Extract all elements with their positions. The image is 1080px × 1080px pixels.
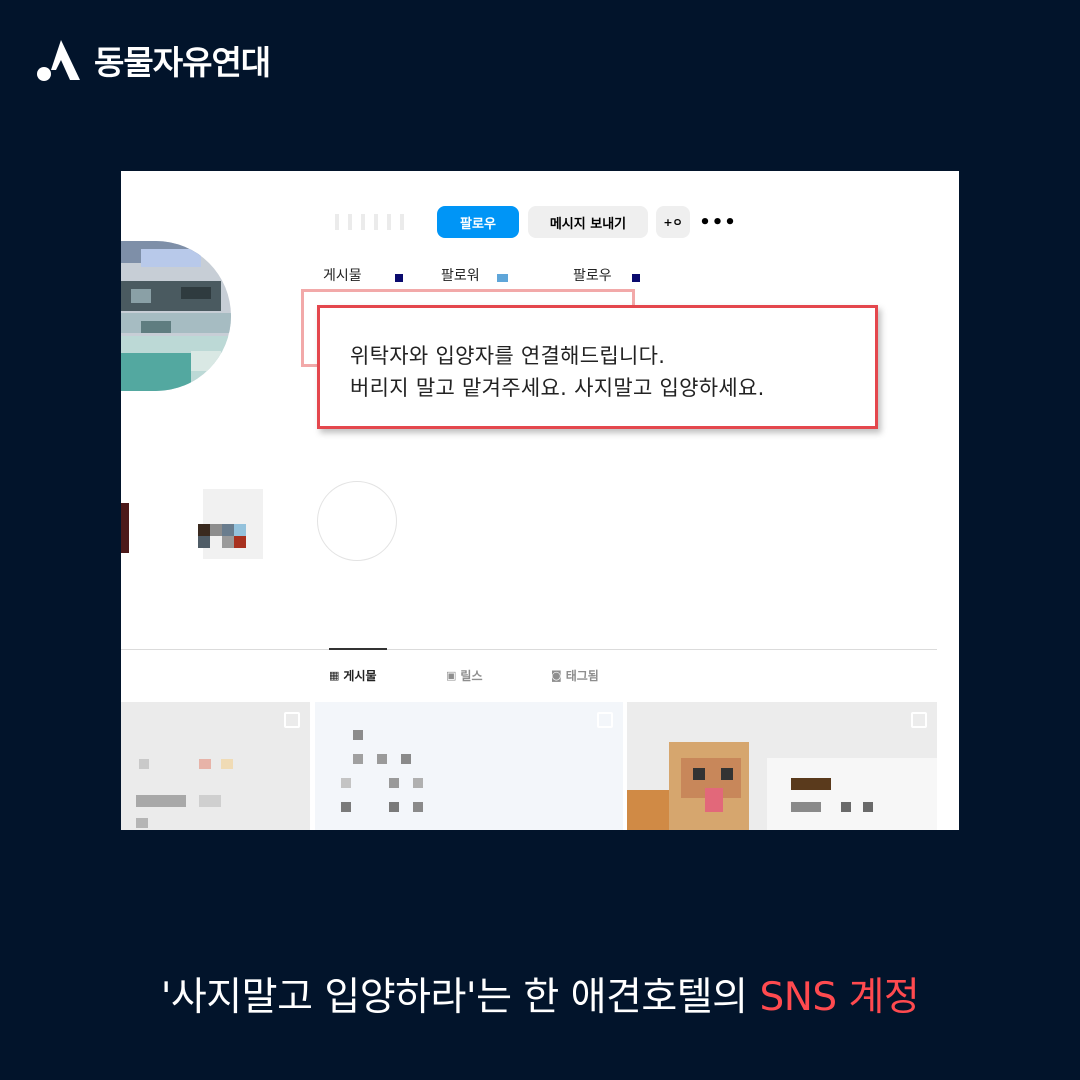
- post-thumbnail[interactable]: [315, 702, 623, 830]
- reels-icon: ▣: [446, 669, 457, 682]
- message-button[interactable]: 메시지 보내기: [528, 206, 648, 238]
- bio-callout: 위탁자와 입양자를 연결해드립니다. 버리지 말고 맡겨주세요. 사지말고 입양…: [317, 305, 878, 429]
- multiple-images-icon: [597, 712, 613, 728]
- grid-icon: ▦: [329, 669, 340, 682]
- brand-name: 동물자유연대: [94, 43, 271, 82]
- more-options-icon[interactable]: •••: [699, 206, 736, 238]
- tagged-icon: ◙: [551, 669, 562, 682]
- avatar[interactable]: [121, 241, 231, 391]
- tab-divider: [121, 649, 937, 650]
- posts-count-redacted: [395, 274, 403, 282]
- active-tab-indicator: [329, 648, 387, 650]
- post-thumbnail[interactable]: [121, 702, 310, 830]
- tab-tagged-label: 태그됨: [565, 669, 599, 683]
- tab-posts[interactable]: ▦ 게시물: [329, 667, 377, 684]
- username-blurred: [335, 214, 413, 230]
- caption-accent: SNS 계정: [759, 975, 920, 1020]
- posts-count-label[interactable]: 게시물: [323, 265, 362, 285]
- post-thumbnail[interactable]: [627, 702, 937, 830]
- tab-reels[interactable]: ▣ 릴스: [446, 667, 483, 684]
- caption-main: '사지말고 입양하라'는 한 애견호텔의: [160, 975, 760, 1020]
- follow-button[interactable]: 팔로우: [437, 206, 519, 238]
- org-logo-icon: [37, 40, 80, 81]
- bio-line-2: 버리지 말고 맡겨주세요. 사지말고 입양하세요.: [350, 376, 765, 400]
- tab-reels-label: 릴스: [460, 669, 483, 683]
- multiple-images-icon: [911, 712, 927, 728]
- bio-line-1: 위탁자와 입양자를 연결해드립니다.: [350, 344, 666, 368]
- add-user-icon[interactable]: +ㅇ: [656, 206, 690, 238]
- multiple-images-icon: [284, 712, 300, 728]
- following-count-label[interactable]: 팔로우: [573, 265, 612, 285]
- instagram-profile-screenshot: 팔로우 메시지 보내기 +ㅇ ••• 게시물 팔로워 팔로우 위탁자와 입양자를…: [121, 171, 959, 830]
- followers-count-label[interactable]: 팔로워: [441, 265, 480, 285]
- brand: 동물자유연대: [34, 34, 271, 86]
- story-highlight[interactable]: [317, 481, 397, 561]
- tab-tagged[interactable]: ◙ 태그됨: [551, 667, 599, 684]
- following-count-redacted: [632, 274, 640, 282]
- story-highlight[interactable]: [121, 503, 129, 553]
- story-highlight[interactable]: [193, 489, 263, 569]
- followers-count-redacted: [497, 274, 508, 282]
- tab-posts-label: 게시물: [343, 669, 377, 683]
- caption: '사지말고 입양하라'는 한 애견호텔의 SNS 계정: [0, 966, 1080, 1022]
